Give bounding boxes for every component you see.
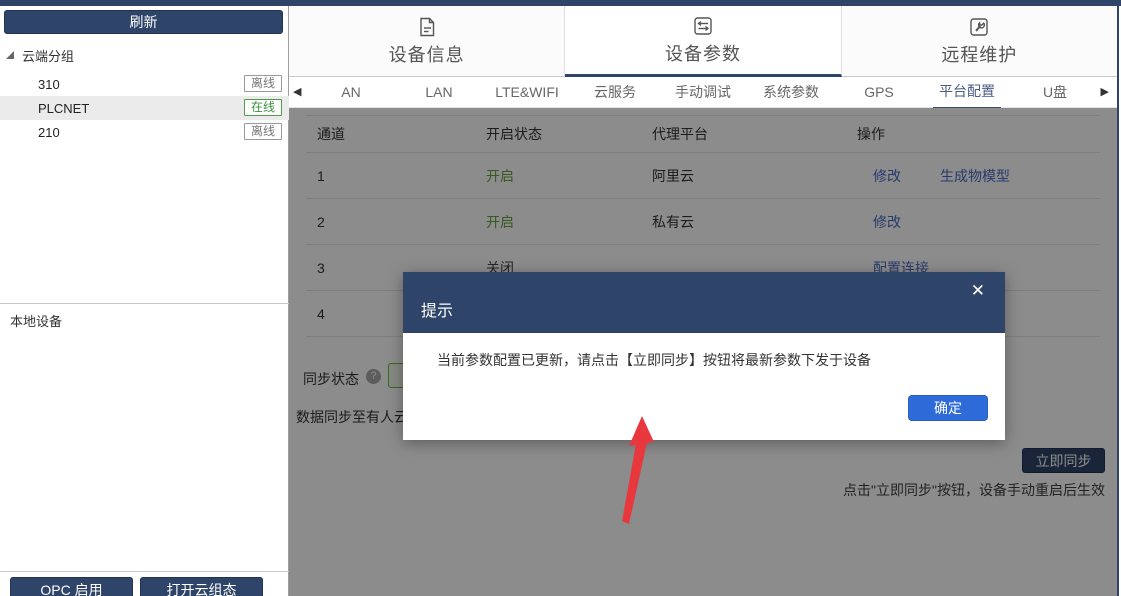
status-badge: 离线 <box>244 75 282 92</box>
document-icon <box>416 16 438 38</box>
device-item-310[interactable]: 310 离线 <box>0 72 289 96</box>
params-subtabbar: ◀ AN LAN LTE&WIFI 云服务 手动调试 系统参数 GPS 平台配置… <box>289 77 1117 108</box>
tree-expand-triangle-icon <box>6 51 14 59</box>
sidebar-divider <box>0 303 289 304</box>
window-right-border <box>1117 0 1119 596</box>
dialog-title: 提示 <box>421 297 453 321</box>
subtab-cloud-service[interactable]: 云服务 <box>571 77 659 108</box>
subtab-manual-debug[interactable]: 手动调试 <box>659 77 747 108</box>
tab-device-info[interactable]: 设备信息 <box>289 6 565 77</box>
dialog-header: 提示 ✕ <box>403 272 1005 333</box>
sliders-icon <box>692 15 714 37</box>
tab-label: 远程维护 <box>941 41 1017 67</box>
subtab-lan[interactable]: LAN <box>395 79 483 106</box>
refresh-button[interactable]: 刷新 <box>4 10 283 34</box>
chevron-right-icon[interactable]: ▶ <box>1101 85 1109 98</box>
subtab-platform-config[interactable]: 平台配置 <box>923 76 1011 109</box>
main-tabbar: 设备信息 设备参数 <box>289 6 1117 77</box>
tab-device-params[interactable]: 设备参数 <box>565 6 841 77</box>
status-badge: 离线 <box>244 123 282 140</box>
sidebar-divider <box>0 571 289 572</box>
prompt-dialog: 提示 ✕ 当前参数配置已更新，请点击【立即同步】按钮将最新参数下发于设备 确定 <box>403 272 1005 440</box>
tab-label: 设备参数 <box>665 40 741 66</box>
app-window: 刷新 云端分组 310 离线 PLCNET 在线 210 离线 本地设备 OPC… <box>0 0 1121 596</box>
tree-node-cloud-group[interactable]: 云端分组 <box>0 44 289 66</box>
opc-enable-button[interactable]: OPC 启用 <box>10 577 133 596</box>
dialog-message: 当前参数配置已更新，请点击【立即同步】按钮将最新参数下发于设备 <box>437 350 871 370</box>
subtab-lte-wifi[interactable]: LTE&WIFI <box>483 79 571 106</box>
subtab-gps[interactable]: GPS <box>835 79 923 106</box>
device-item-plcnet[interactable]: PLCNET 在线 <box>0 96 289 120</box>
wrench-icon <box>968 16 990 38</box>
device-name: 310 <box>38 77 60 92</box>
device-sidebar: 刷新 云端分组 310 离线 PLCNET 在线 210 离线 本地设备 OPC… <box>0 6 289 596</box>
local-devices-label: 本地设备 <box>10 311 62 330</box>
subtab-usb[interactable]: U盘 <box>1011 77 1099 108</box>
open-cloud-config-button[interactable]: 打开云组态 <box>140 577 263 596</box>
tab-label: 设备信息 <box>389 41 465 67</box>
cloud-group-label: 云端分组 <box>22 46 74 65</box>
dialog-body: 当前参数配置已更新，请点击【立即同步】按钮将最新参数下发于设备 确定 <box>403 333 1005 440</box>
device-name: PLCNET <box>38 101 89 116</box>
device-name: 210 <box>38 125 60 140</box>
subtab-system-params[interactable]: 系统参数 <box>747 77 835 108</box>
chevron-left-icon[interactable]: ◀ <box>293 85 301 98</box>
tab-remote-maintenance[interactable]: 远程维护 <box>842 6 1117 77</box>
status-badge: 在线 <box>244 99 282 116</box>
confirm-button[interactable]: 确定 <box>908 395 988 421</box>
device-item-210[interactable]: 210 离线 <box>0 120 289 144</box>
subtab-wan[interactable]: AN <box>307 79 395 106</box>
close-icon[interactable]: ✕ <box>971 282 985 299</box>
